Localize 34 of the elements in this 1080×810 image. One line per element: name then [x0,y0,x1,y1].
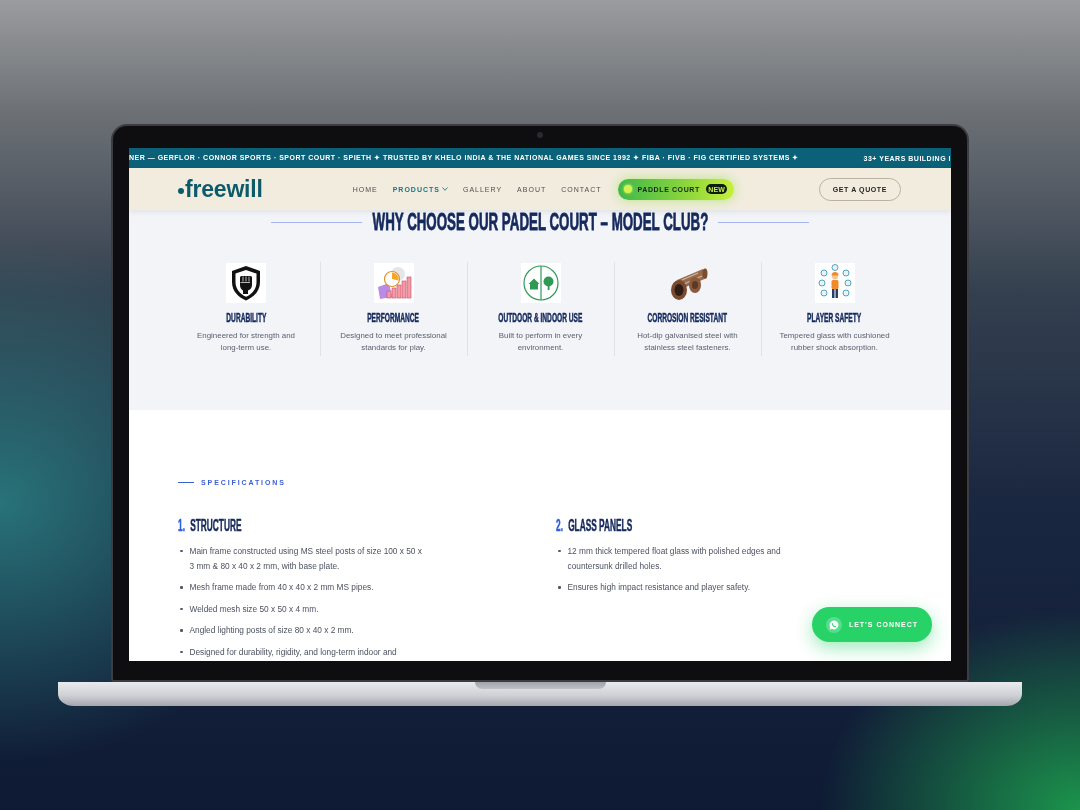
house-tree-icon [520,263,561,303]
spec-item-text: Ensures high impact resistance and player safety. [567,581,750,594]
section-number: 2. [556,518,563,534]
section-heading: STRUCTURE [190,518,242,534]
bullet-icon [180,586,183,589]
spec-item-text: 12 mm thick tempered float glass with polished edges and countersunk drilled holes. [567,544,782,573]
logo-text[interactable]: freewill [185,177,263,201]
shield-fist-icon [226,263,266,303]
bullet-icon [558,586,561,589]
feature-title: PLAYER SAFETY [807,312,862,324]
bullet-icon [180,549,183,553]
feature-title: OUTDOOR & INDOOR USE [498,312,583,324]
spec-item-text: Welded mesh size 50 x 50 x 4 mm. [189,602,319,616]
feature-title: CORROSION RESISTANT [647,312,728,324]
spec-item-text: Angled lighting posts of size 80 x 40 x 2 mm. [189,624,354,637]
spec-item-text: Main frame constructed using MS steel posts of size 100 x 50 x 3 mm & 80 x 40 x 2 mm, with base plate. [189,544,423,573]
status-dot-icon [623,185,632,193]
spec-item-text: Mesh frame made from 40 x 40 x 2 mm MS pipes. [189,581,374,594]
chart-clock-icon [373,263,414,303]
feature-title: PERFORMANCE [367,312,420,324]
section-number: 1. [178,518,185,534]
chat-bubble-icon [825,616,842,633]
bullet-icon [180,650,183,654]
section-heading: GLASS PANELS [568,518,633,534]
spec-item-text: Designed for durability, rigidity, and long-term indoor and [189,645,397,659]
section-title: WHY CHOOSE OUR PADEL COURT – MODEL CLUB? [372,210,708,234]
bullet-icon [180,607,183,611]
chevron-down-icon [441,187,448,191]
logo-dot-icon [178,188,184,194]
camera-icon [537,132,543,138]
feature-title: DURABILITY [226,312,266,324]
bullet-icon [558,549,561,553]
worker-safety-icon [814,263,855,303]
bullet-icon [180,629,183,632]
